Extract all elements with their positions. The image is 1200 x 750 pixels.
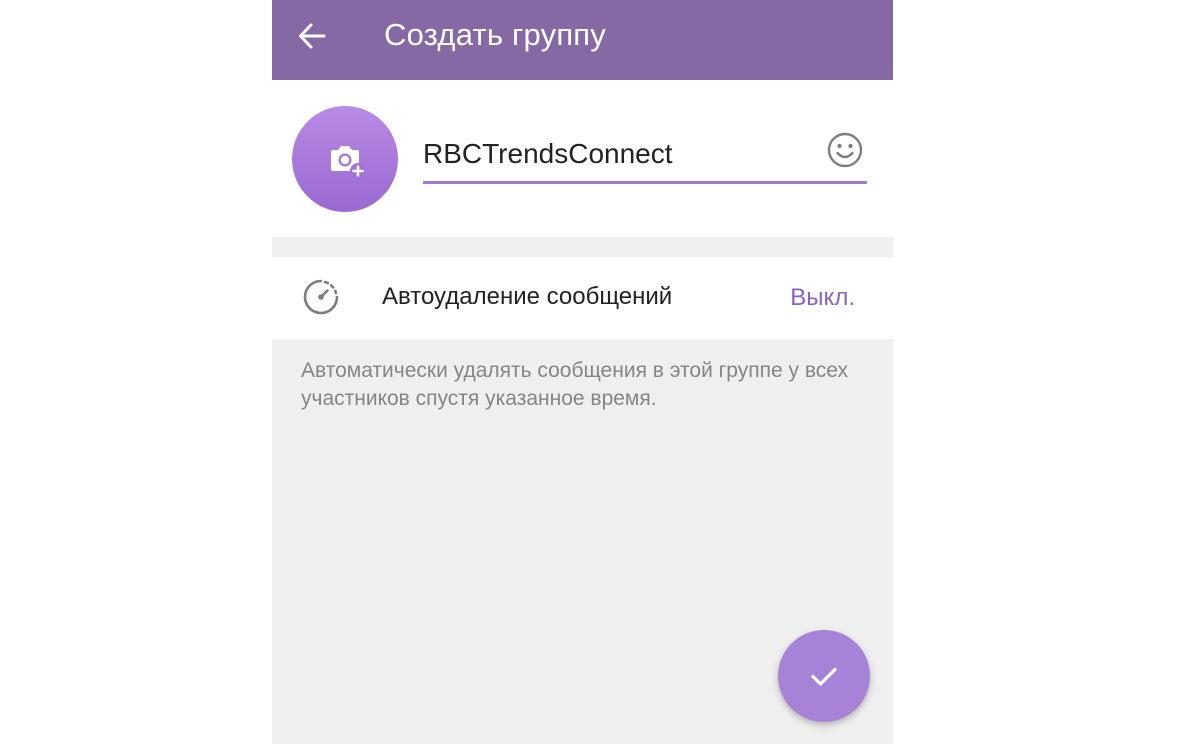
page-title: Создать группу <box>384 17 606 52</box>
create-group-screen: Создать группу RBCTrendsConnect Автоудал… <box>272 0 893 750</box>
app-bar: Создать группу <box>272 0 893 80</box>
set-photo-button[interactable] <box>292 106 398 212</box>
smiley-icon <box>827 132 863 168</box>
arrow-back-icon <box>299 23 326 49</box>
back-button[interactable] <box>286 14 338 58</box>
timer-icon <box>303 279 339 315</box>
confirm-button[interactable] <box>778 630 870 722</box>
group-info-section <box>272 80 893 237</box>
bottom-strip <box>272 744 893 750</box>
camera-add-icon <box>331 146 366 179</box>
auto-delete-label: Автоудаление сообщений <box>382 283 673 310</box>
auto-delete-row[interactable]: Автоудаление сообщений Выкл. <box>272 257 893 339</box>
emoji-button[interactable] <box>825 130 865 170</box>
group-name-input[interactable] <box>423 132 803 176</box>
checkmark-icon <box>811 667 837 686</box>
auto-delete-hint: Автоматически удалять сообщения в этой г… <box>301 359 848 410</box>
auto-delete-value: Выкл. <box>790 284 855 311</box>
group-name-underline <box>423 181 867 184</box>
